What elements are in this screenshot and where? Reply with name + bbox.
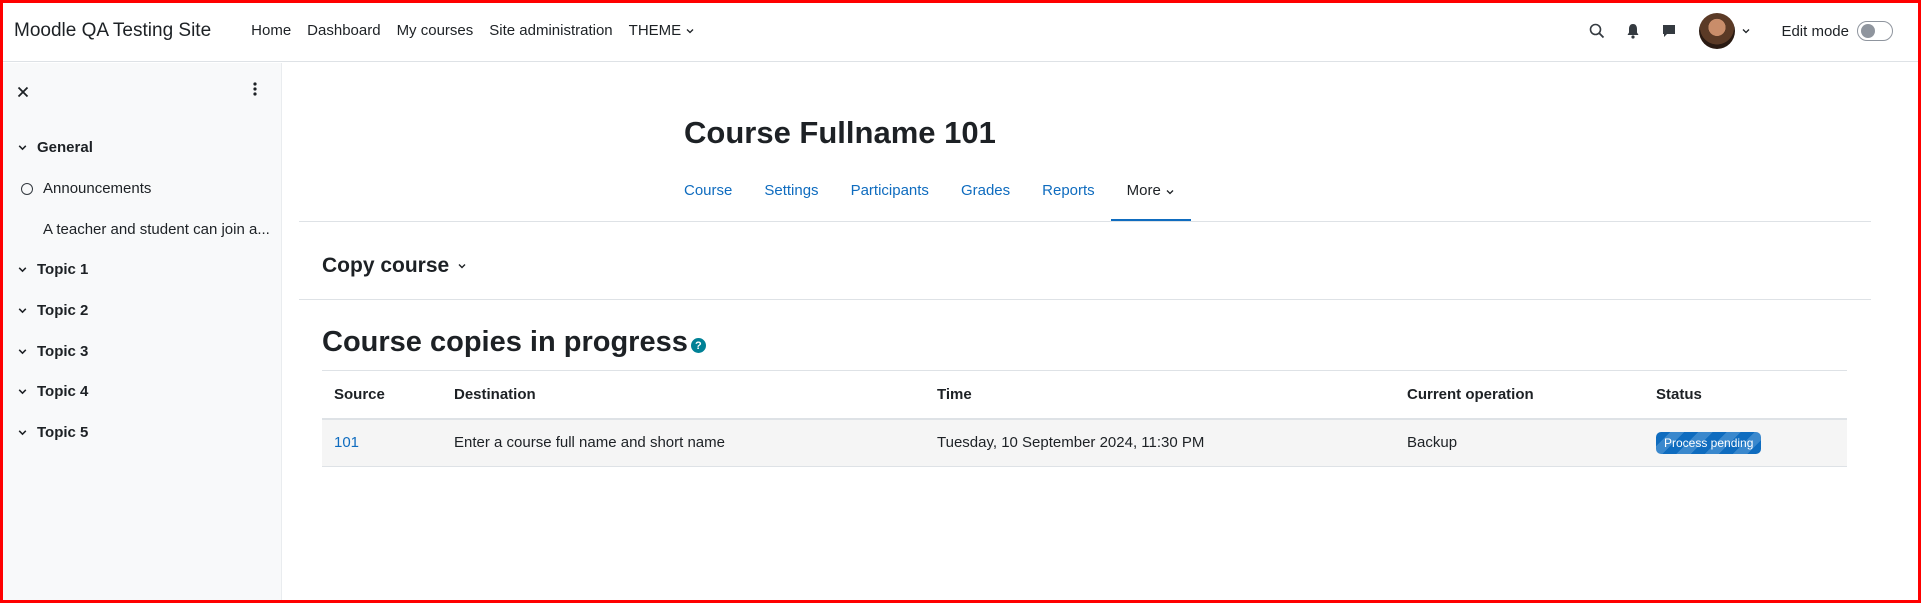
drawer-section-label: Topic 5 <box>37 424 89 441</box>
edit-mode-toggle[interactable] <box>1857 21 1893 41</box>
messages-button[interactable] <box>1651 13 1687 49</box>
cell-operation: Backup <box>1395 418 1644 467</box>
drawer-section-label: Topic 1 <box>37 261 89 278</box>
page-heading-text: Course copies in progress <box>322 326 688 358</box>
avatar[interactable] <box>1699 13 1736 49</box>
drawer-activity-description[interactable]: A teacher and student can join a... <box>43 221 273 238</box>
kebab-menu-icon <box>253 82 257 96</box>
divider <box>299 299 1871 300</box>
drawer-section-topic-5[interactable]: Topic 5 <box>17 424 88 441</box>
tab-participants[interactable]: Participants <box>835 172 945 222</box>
chevron-down-icon <box>458 264 466 269</box>
drawer-options-button[interactable] <box>253 82 257 100</box>
drawer-section-label: Topic 2 <box>37 302 89 319</box>
drawer-section-topic-1[interactable]: Topic 1 <box>17 261 88 278</box>
completion-circle-icon <box>21 182 33 195</box>
drawer-activity-announcements[interactable]: Announcements <box>17 180 151 197</box>
drawer-section-general[interactable]: General <box>17 139 93 156</box>
column-header-destination: Destination <box>442 370 925 420</box>
page-selector-label: Copy course <box>322 254 450 277</box>
search-button[interactable] <box>1579 13 1615 49</box>
table-row: 101 Enter a course full name and short n… <box>322 418 1847 467</box>
secondary-navigation: Course Settings Participants Grades Repo… <box>668 172 1191 222</box>
top-navbar: Moodle QA Testing Site Home Dashboard My… <box>0 0 1921 62</box>
tab-grades[interactable]: Grades <box>945 172 1026 222</box>
edit-mode-label: Edit mode <box>1781 22 1849 40</box>
help-icon[interactable]: ? <box>690 338 706 353</box>
column-header-time: Time <box>925 370 1395 420</box>
chevron-down-icon[interactable] <box>17 305 28 316</box>
tab-course[interactable]: Course <box>668 172 748 222</box>
tab-reports[interactable]: Reports <box>1026 172 1111 222</box>
nav-home[interactable]: Home <box>243 22 299 39</box>
chevron-down-icon[interactable] <box>17 386 28 397</box>
chevron-down-icon <box>686 28 694 33</box>
close-icon <box>17 86 29 98</box>
primary-navigation: Home Dashboard My courses Site administr… <box>243 22 703 39</box>
cell-destination: Enter a course full name and short name <box>442 418 925 467</box>
page-heading: Course copies in progress ? <box>322 326 706 359</box>
drawer-section-label: General <box>37 139 93 156</box>
chat-icon <box>1663 25 1676 37</box>
bell-icon <box>1627 24 1639 39</box>
nav-theme-label: THEME <box>628 22 682 39</box>
drawer-activity-label: Announcements <box>43 180 152 197</box>
chevron-down-icon[interactable] <box>17 142 28 153</box>
toggle-knob <box>1861 24 1875 38</box>
table-header-row: Source Destination Time Current operatio… <box>322 370 1847 420</box>
chevron-down-icon[interactable] <box>17 427 28 438</box>
column-header-source: Source <box>322 370 442 420</box>
drawer-section-label: Topic 3 <box>37 343 89 360</box>
cell-source: 101 <box>322 418 442 467</box>
chevron-down-icon[interactable] <box>17 264 28 275</box>
chevron-down-icon <box>1166 190 1174 195</box>
drawer-section-topic-2[interactable]: Topic 2 <box>17 302 88 319</box>
column-header-operation: Current operation <box>1395 370 1644 420</box>
drawer-section-topic-4[interactable]: Topic 4 <box>17 383 88 400</box>
source-course-link[interactable]: 101 <box>334 434 359 451</box>
divider <box>299 221 1871 222</box>
tab-more-label: More <box>1126 182 1161 199</box>
nav-dashboard[interactable]: Dashboard <box>299 22 388 39</box>
search-icon <box>1590 23 1605 39</box>
site-brand[interactable]: Moodle QA Testing Site <box>14 20 211 42</box>
course-index-drawer: General Announcements A teacher and stud… <box>3 63 282 600</box>
notifications-button[interactable] <box>1615 13 1651 49</box>
nav-my-courses[interactable]: My courses <box>389 22 482 39</box>
tab-settings[interactable]: Settings <box>748 172 834 222</box>
chevron-down-icon[interactable] <box>17 346 28 357</box>
nav-site-administration[interactable]: Site administration <box>481 22 620 39</box>
course-copies-table: Source Destination Time Current operatio… <box>322 370 1847 467</box>
drawer-section-topic-3[interactable]: Topic 3 <box>17 343 88 360</box>
close-drawer-button[interactable] <box>17 82 29 103</box>
nav-theme[interactable]: THEME <box>621 22 704 39</box>
cell-time: Tuesday, 10 September 2024, 11:30 PM <box>925 418 1395 467</box>
page-selector-dropdown[interactable]: Copy course <box>322 254 467 278</box>
column-header-status: Status <box>1644 370 1847 420</box>
drawer-section-label: Topic 4 <box>37 383 89 400</box>
tab-more[interactable]: More <box>1110 172 1191 222</box>
cell-status: Process pending <box>1644 418 1847 467</box>
window-frame <box>0 0 1921 603</box>
user-nav: Edit mode <box>1579 0 1893 62</box>
chevron-down-icon[interactable] <box>1741 26 1751 36</box>
course-title: Course Fullname 101 <box>684 115 996 150</box>
status-badge: Process pending <box>1656 431 1762 454</box>
